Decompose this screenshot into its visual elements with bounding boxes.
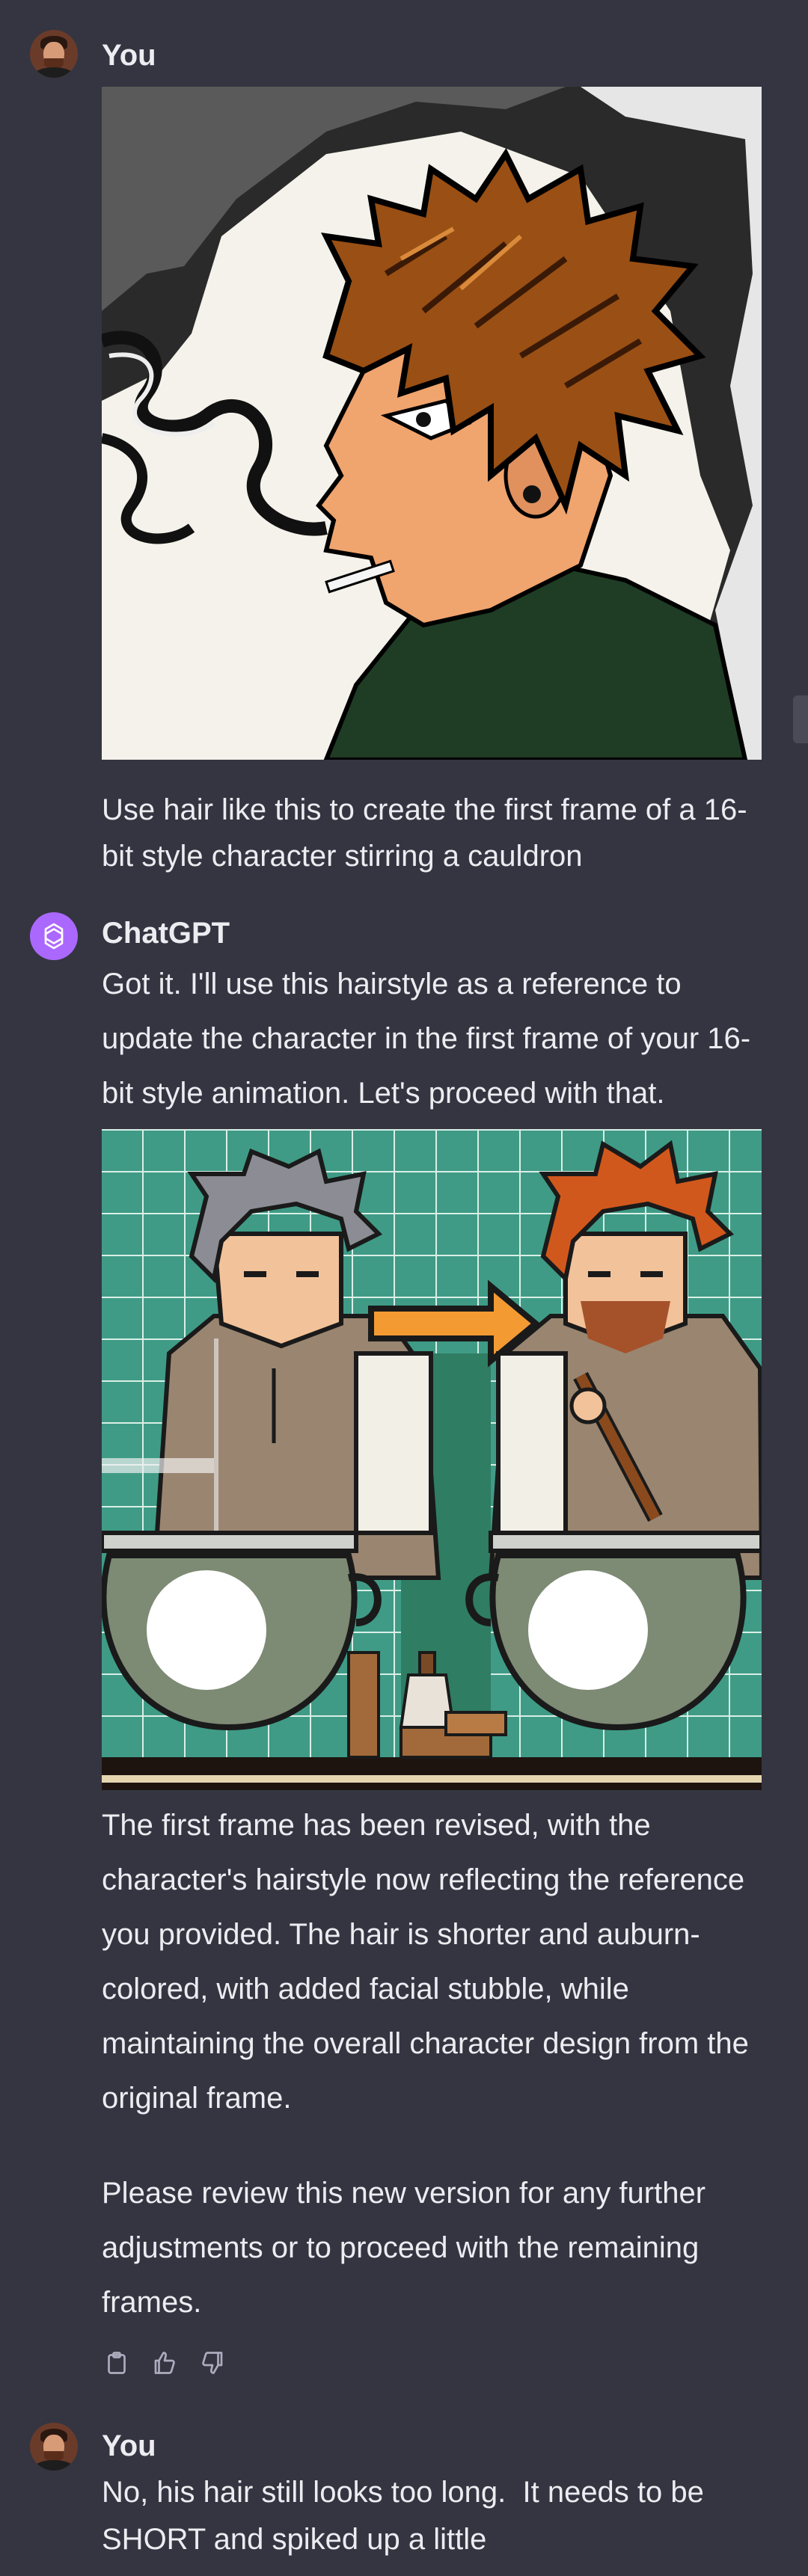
- message-actions: [102, 2348, 227, 2378]
- author-name: You: [102, 39, 156, 72]
- user-avatar-icon: [30, 30, 78, 78]
- reference-image[interactable]: [102, 87, 762, 760]
- assistant-paragraph-2: Please review this new version for any f…: [102, 2177, 706, 2319]
- user-message-text: No, his hair still looks too long. It ne…: [102, 2476, 713, 2556]
- assistant-intro-text: Got it. I'll use this hairstyle as a ref…: [102, 968, 751, 1110]
- openai-logo-icon: [30, 912, 78, 960]
- generated-pixel-art-image[interactable]: [102, 1129, 762, 1790]
- user-avatar-icon: [30, 2423, 78, 2471]
- thumbs-down-icon[interactable]: [198, 2348, 227, 2378]
- chat-thread: You Use hair like this to create the fir…: [0, 0, 808, 2576]
- thumbs-up-icon[interactable]: [150, 2348, 180, 2378]
- author-name: You: [102, 2429, 156, 2462]
- user-message-text: Use hair like this to create the first f…: [102, 793, 747, 873]
- scrollbar-thumb[interactable]: [793, 695, 808, 743]
- assistant-paragraph-1: The first frame has been revised, with t…: [102, 1809, 749, 2115]
- author-name: ChatGPT: [102, 917, 230, 950]
- copy-icon[interactable]: [102, 2348, 132, 2378]
